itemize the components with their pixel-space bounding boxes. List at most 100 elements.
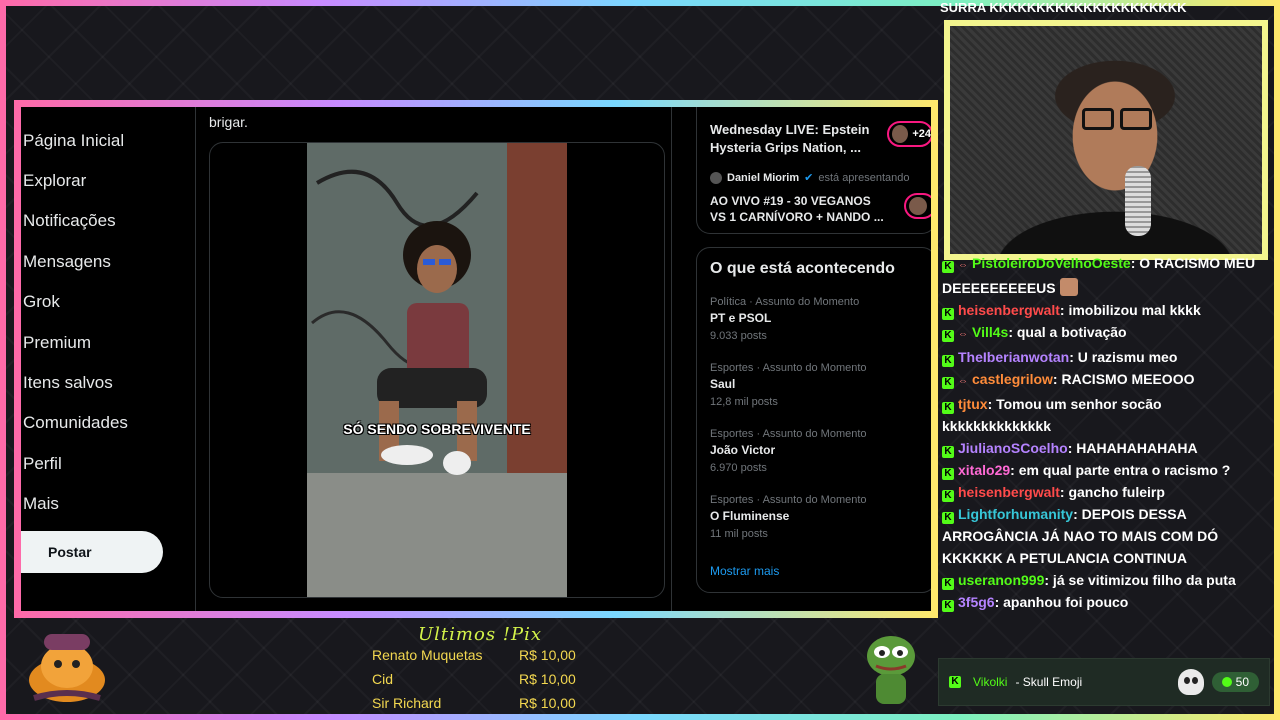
reward-user[interactable]: Vikolki: [973, 675, 1007, 689]
donor-amount: R$ 10,00: [519, 647, 576, 663]
post-button[interactable]: Postar: [21, 531, 163, 573]
chat-text: : já se vitimizou filho da puta: [1044, 572, 1236, 588]
chat-username[interactable]: Vill4s: [972, 324, 1008, 340]
chat-message: K JiulianoSCoelho: HAHAHAHAHAHA: [940, 437, 1270, 459]
tweet-text: brigar.: [209, 114, 248, 130]
donor-name: Renato Muquetas: [372, 647, 483, 663]
nav-notifications[interactable]: Notificações: [23, 211, 116, 231]
nav-communities[interactable]: Comunidades: [23, 413, 128, 433]
trend-item[interactable]: Esportes · Assunto do Momento O Fluminen…: [710, 494, 867, 540]
host-name: Daniel Miorim: [727, 171, 800, 184]
chat-message: K ⇔ Vill4s: qual a botivação: [940, 321, 1270, 346]
live-spaces-card: Wednesday LIVE: Epstein Hysteria Grips N…: [696, 107, 931, 234]
chat-message: K Lightforhumanity: DEPOIS DESSA ARROGÂNC…: [940, 503, 1270, 569]
nav-profile[interactable]: Perfil: [23, 454, 62, 474]
trend-item[interactable]: Política · Assunto do Momento PT e PSOL …: [710, 296, 859, 342]
live-host: Daniel Miorim ✔ está apresentando: [710, 171, 909, 184]
chat-username[interactable]: PistoleiroDoVelhoOeste: [972, 255, 1131, 271]
points-icon: [1221, 677, 1232, 687]
chat-message-fragment: SURRA KKKKKKKKKKKKKKKKKKKKK: [940, 0, 1187, 15]
donor-row: Cid R$ 10,00: [372, 671, 576, 687]
chat-message: K TheIberianwotan: U razismu meo: [940, 346, 1270, 368]
donor-amount: R$ 10,00: [519, 695, 576, 711]
live-title[interactable]: Wednesday LIVE: Epstein Hysteria Grips N…: [710, 121, 880, 157]
nav-bookmarks[interactable]: Itens salvos: [23, 373, 113, 393]
chat-username[interactable]: JiulianoSCoelho: [958, 440, 1068, 456]
verified-icon: ✔: [804, 172, 814, 184]
nav-home[interactable]: Página Inicial: [23, 131, 124, 151]
trend-meta: Esportes · Assunto do Momento: [710, 428, 867, 440]
chat-username[interactable]: TheIberianwotan: [958, 349, 1069, 365]
live-listeners-2[interactable]: [904, 193, 931, 219]
video-frame[interactable]: SÓ SENDO SOBREVIVENTE: [307, 143, 567, 597]
kick-badge-icon: K: [942, 261, 954, 273]
chat-message: K 3f5g6: apanhou foi pouco: [940, 591, 1270, 613]
skull-icon: [1177, 669, 1204, 695]
kick-badge-icon: K: [949, 676, 961, 688]
donor-row: Sir Richard R$ 10,00: [372, 695, 576, 711]
chat-text: : gancho fuleirp: [1059, 484, 1165, 500]
reward-amount: 50: [1235, 675, 1249, 689]
chat-username[interactable]: castlegrilow: [972, 371, 1053, 387]
chat-message: Kheisenbergwalt: imobilizou mal kkkk: [940, 299, 1270, 321]
kick-badge-icon: K: [942, 578, 954, 590]
trend-item[interactable]: Esportes · Assunto do Momento João Victo…: [710, 428, 867, 474]
nav-explore[interactable]: Explorar: [23, 171, 86, 191]
nav-messages[interactable]: Mensagens: [23, 252, 111, 272]
chat-username[interactable]: 3f5g6: [958, 594, 995, 610]
x-page: Página Inicial Explorar Notificações Men…: [21, 107, 931, 611]
video-player[interactable]: SÓ SENDO SOBREVIVENTE: [209, 142, 665, 598]
chat-message: Kheisenbergwalt: gancho fuleirp: [940, 481, 1270, 503]
host-avatar: [710, 171, 722, 184]
reward-item: - Skull Emoji: [1015, 675, 1083, 689]
chat-username[interactable]: Lightforhumanity: [958, 506, 1073, 522]
donor-row: Renato Muquetas R$ 10,00: [372, 647, 576, 663]
trend-name: Saul: [710, 377, 736, 391]
chat-username[interactable]: heisenbergwalt: [958, 484, 1060, 500]
chat-panel: K ⇔ PistoleiroDoVelhoOeste: O RACISMO MEU …: [940, 252, 1270, 613]
kick-badge-icon: K: [942, 330, 954, 342]
nav-grok[interactable]: Grok: [23, 292, 60, 312]
trend-posts: 11 mil posts: [710, 528, 768, 540]
trend-name: João Victor: [710, 443, 776, 457]
kick-badge-icon: K: [942, 355, 954, 367]
live-title-2[interactable]: AO VIVO #19 - 30 VEGANOS VS 1 CARNÍVORO …: [710, 193, 890, 225]
host-status: está apresentando: [818, 171, 910, 184]
avatar: [892, 125, 909, 143]
chat-text: : HAHAHAHAHAHA: [1067, 440, 1198, 456]
chat-username[interactable]: tjtux: [958, 396, 988, 412]
webcam-feed: [950, 26, 1262, 254]
chat-text: : RACISMO MEEOOO: [1052, 371, 1195, 387]
trend-meta: Política · Assunto do Momento: [710, 296, 860, 308]
pepe-emote-icon: [867, 636, 915, 704]
kick-badge-icon: K: [942, 512, 954, 524]
donor-name: Cid: [372, 671, 394, 687]
chat-message: Kxitalo29: em qual parte entra o racismo…: [940, 459, 1270, 481]
show-more-link[interactable]: Mostrar mais: [710, 564, 779, 578]
trend-posts: 12,8 mil posts: [710, 396, 778, 408]
trend-meta: Esportes · Assunto do Momento: [710, 362, 867, 374]
chat-username[interactable]: heisenbergwalt: [958, 302, 1060, 318]
chat-username[interactable]: useranon999: [958, 572, 1044, 588]
kick-badge-icon: K: [942, 490, 954, 502]
nav-more[interactable]: Mais: [23, 494, 59, 514]
kick-badge-icon: K: [942, 377, 954, 389]
nav-premium[interactable]: Premium: [23, 333, 91, 353]
trends-heading: O que está acontecendo: [710, 260, 895, 277]
mascot-character-icon: [29, 634, 105, 702]
video-caption: SÓ SENDO SOBREVIVENTE: [343, 421, 531, 437]
left-navigation: Página Inicial Explorar Notificações Men…: [21, 107, 196, 611]
chat-message: Ktjtux: Tomou um senhor socão kkkkkkkkkk…: [940, 393, 1270, 437]
trend-item[interactable]: Esportes · Assunto do Momento Saul 12,8 …: [710, 362, 867, 408]
live-listeners[interactable]: +24: [887, 121, 931, 147]
trend-meta: Esportes · Assunto do Momento: [710, 494, 867, 506]
donors-title: Ultimos !Pix: [418, 624, 543, 645]
browser-capture: Página Inicial Explorar Notificações Men…: [14, 100, 938, 618]
chat-message: K ⇔ castlegrilow: RACISMO MEEOOO: [940, 368, 1270, 393]
kick-badge-icon: K: [942, 308, 954, 320]
chat-username[interactable]: xitalo29: [958, 462, 1010, 478]
chat-message: K ⇔ PistoleiroDoVelhoOeste: O RACISMO MEU …: [940, 252, 1270, 299]
kick-badge-icon: K: [942, 468, 954, 480]
donor-name: Sir Richard: [372, 695, 442, 711]
webcam-frame: [944, 20, 1268, 260]
